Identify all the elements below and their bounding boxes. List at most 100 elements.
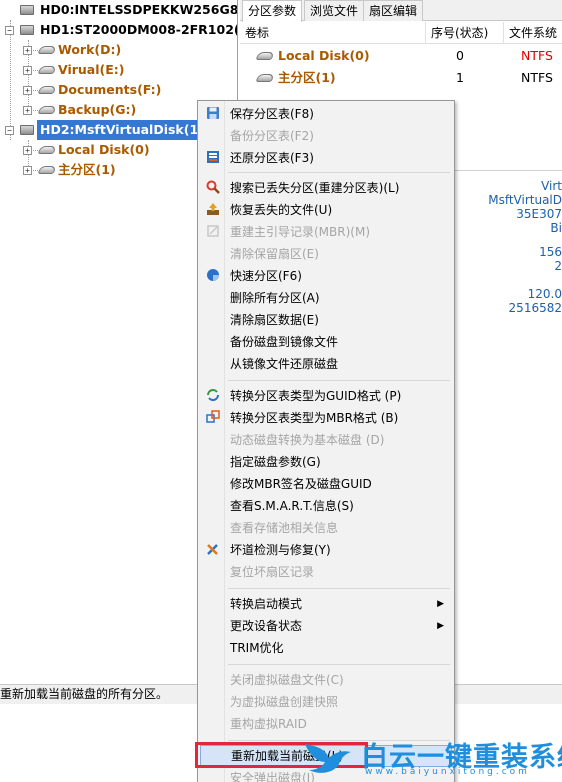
detail-value: MsftVirtualD <box>488 193 562 207</box>
menu-item-label: 查看存储池相关信息 <box>230 521 339 535</box>
menu-item-label: 转换分区表类型为MBR格式 (B) <box>230 411 399 425</box>
menu-item-delete-all-partitions[interactable]: 删除所有分区(A) <box>200 287 452 309</box>
menu-item-label: 恢复丢失的文件(U) <box>230 203 333 217</box>
collapse-icon[interactable]: − <box>5 26 14 35</box>
tab-browse-files[interactable]: 浏览文件 <box>304 0 365 21</box>
menu-item-label: 从镜像文件还原磁盘 <box>230 357 339 371</box>
menu-item-quick-partition[interactable]: 快速分区(F6) <box>200 265 452 287</box>
menu-item-restore-disk-image[interactable]: 从镜像文件还原磁盘 <box>200 353 452 375</box>
menu-item-close-virtual-disk[interactable]: 关闭虚拟磁盘文件(C) <box>200 669 452 691</box>
menu-item-dynamic-to-basic[interactable]: 动态磁盘转换为基本磁盘 (D) <box>200 429 452 451</box>
menu-item-label: 重构虚拟RAID <box>230 717 307 731</box>
recover-files-icon <box>205 202 221 218</box>
partition-label: 主分区(1) <box>58 162 116 177</box>
disk-icon <box>20 125 34 135</box>
menu-item-trim-optimize[interactable]: TRIM优化 <box>200 637 452 659</box>
quick-partition-icon <box>205 268 221 284</box>
table-row[interactable]: Local Disk(0) 0 NTFS <box>240 45 562 67</box>
tab-sector-edit[interactable]: 扇区编辑 <box>363 0 424 21</box>
menu-item-label: 清除扇区数据(E) <box>230 313 319 327</box>
detail-value: Bi <box>550 221 562 235</box>
menu-item-label: 修改MBR签名及磁盘GUID <box>230 477 372 491</box>
menu-item-rebuild-virtual-raid[interactable]: 重构虚拟RAID <box>200 713 452 735</box>
partition-label: Virual(E:) <box>58 62 125 77</box>
menu-item-convert-to-guid[interactable]: 转换分区表类型为GUID格式 (P) <box>200 385 452 407</box>
menu-item-virtual-disk-snapshot[interactable]: 为虚拟磁盘创建快照 <box>200 691 452 713</box>
column-header-label[interactable]: 卷标 <box>240 22 426 44</box>
menu-item-convert-boot-mode[interactable]: 转换启动模式 ▶ <box>200 593 452 615</box>
expand-icon[interactable]: + <box>23 106 32 115</box>
menu-item-clear-sector-data[interactable]: 清除扇区数据(E) <box>200 309 452 331</box>
expand-icon[interactable]: + <box>23 86 32 95</box>
watermark-url: www.baiyunxitong.com <box>365 767 530 777</box>
tab-partition-params[interactable]: 分区参数 <box>242 0 303 22</box>
detail-value: 2516582 <box>508 301 562 315</box>
menu-item-label: 备份分区表(F2) <box>230 129 314 143</box>
expand-icon[interactable]: + <box>23 66 32 75</box>
partition-label: Documents(F:) <box>58 82 162 97</box>
partition-label: Backup(G:) <box>58 102 137 117</box>
disk-label: HD0:INTELSSDPEKKW256G8(238 <box>40 2 238 17</box>
menu-item-search-lost-partitions[interactable]: 搜索已丢失分区(重建分区表)(L) <box>200 177 452 199</box>
menu-item-label: 关闭虚拟磁盘文件(C) <box>230 673 344 687</box>
menu-item-bad-sector-repair[interactable]: 坏道检测与修复(Y) <box>200 539 452 561</box>
menu-item-backup-partition-table[interactable]: 备份分区表(F2) <box>200 125 452 147</box>
menu-item-backup-disk-image[interactable]: 备份磁盘到镜像文件 <box>200 331 452 353</box>
save-icon <box>205 106 221 122</box>
menu-item-label: TRIM优化 <box>230 641 284 655</box>
menu-separator <box>228 664 450 665</box>
expand-icon[interactable]: + <box>23 46 32 55</box>
restore-table-icon <box>205 150 221 166</box>
menu-item-reset-bad-sectors[interactable]: 复位坏扇区记录 <box>200 561 452 583</box>
menu-separator <box>228 172 450 173</box>
menu-item-save-partition-table[interactable]: 保存分区表(F8) <box>200 103 452 125</box>
menu-item-label: 还原分区表(F3) <box>230 151 314 165</box>
menu-item-rebuild-mbr[interactable]: 重建主引导记录(MBR)(M) <box>200 221 452 243</box>
menu-item-restore-partition-table[interactable]: 还原分区表(F3) <box>200 147 452 169</box>
detail-value: 2 <box>554 259 562 273</box>
context-menu: 保存分区表(F8) 备份分区表(F2) 还原分区表(F3) 搜索已丢失分区(重建… <box>197 100 455 782</box>
row-label: 主分区(1) <box>278 70 336 85</box>
partition-icon <box>37 46 57 54</box>
tools-icon <box>205 542 221 558</box>
collapse-icon[interactable]: − <box>5 126 14 135</box>
search-icon <box>205 180 221 196</box>
column-header-index[interactable]: 序号(状态) <box>426 22 504 44</box>
menu-item-change-device-state[interactable]: 更改设备状态 ▶ <box>200 615 452 637</box>
table-row[interactable]: 主分区(1) 1 NTFS <box>240 67 562 89</box>
row-filesystem: NTFS <box>521 70 553 85</box>
tree-item-partition[interactable]: + Work(D:) <box>0 40 237 60</box>
menu-item-modify-mbr-signature[interactable]: 修改MBR签名及磁盘GUID <box>200 473 452 495</box>
submenu-arrow-icon: ▶ <box>437 599 444 609</box>
menu-item-smart-info[interactable]: 查看S.M.A.R.T.信息(S) <box>200 495 452 517</box>
expand-icon[interactable]: + <box>23 166 32 175</box>
menu-item-label: 复位坏扇区记录 <box>230 565 315 579</box>
bird-logo-icon <box>301 740 353 776</box>
column-header-filesystem[interactable]: 文件系统 <box>504 22 562 44</box>
disk-icon <box>20 5 34 15</box>
tree-item-partition[interactable]: + Documents(F:) <box>0 80 237 100</box>
menu-item-set-disk-params[interactable]: 指定磁盘参数(G) <box>200 451 452 473</box>
partition-icon <box>37 146 57 154</box>
menu-item-convert-to-mbr[interactable]: 转换分区表类型为MBR格式 (B) <box>200 407 452 429</box>
partition-icon <box>37 86 57 94</box>
disk-label: HD1:ST2000DM008-2FR102(1863 <box>40 22 238 37</box>
convert-mbr-icon <box>205 410 221 426</box>
tree-item-hd1[interactable]: − HD1:ST2000DM008-2FR102(1863 <box>0 20 238 40</box>
menu-item-clear-reserved-sectors[interactable]: 清除保留扇区(E) <box>200 243 452 265</box>
menu-item-recover-lost-files[interactable]: 恢复丢失的文件(U) <box>200 199 452 221</box>
menu-item-storage-pool-info[interactable]: 查看存储池相关信息 <box>200 517 452 539</box>
menu-item-label: 转换分区表类型为GUID格式 (P) <box>230 389 402 403</box>
tree-item-partition[interactable]: + Virual(E:) <box>0 60 237 80</box>
partition-label: Local Disk(0) <box>58 142 150 157</box>
menu-item-label: 为虚拟磁盘创建快照 <box>230 695 339 709</box>
detail-value: 156 <box>539 245 562 259</box>
menu-item-label: 坏道检测与修复(Y) <box>230 543 331 557</box>
expand-icon[interactable]: + <box>23 146 32 155</box>
tree-item-hd0[interactable]: HD0:INTELSSDPEKKW256G8(238 <box>0 0 238 20</box>
menu-item-label: 指定磁盘参数(G) <box>230 455 321 469</box>
submenu-arrow-icon: ▶ <box>437 621 444 631</box>
partition-icon <box>255 52 275 60</box>
convert-guid-icon <box>205 388 221 404</box>
row-index: 1 <box>456 70 464 85</box>
